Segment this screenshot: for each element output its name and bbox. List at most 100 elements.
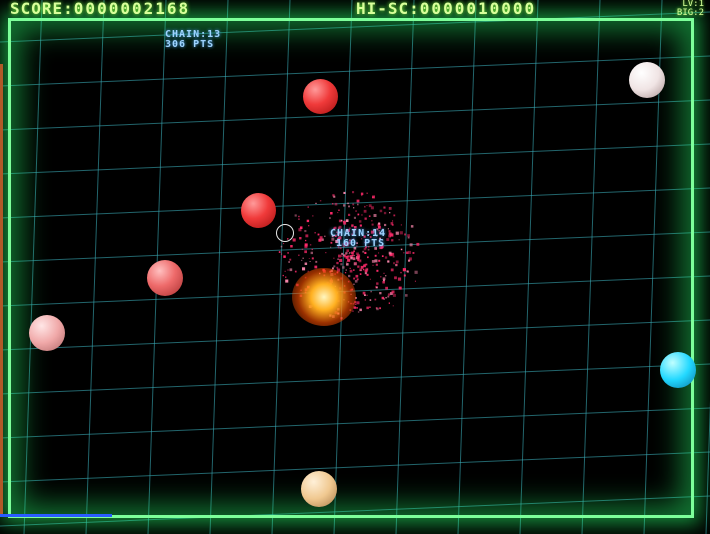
- explosion-particle: [285, 279, 289, 283]
- explosion-particle: [353, 262, 357, 266]
- explosion-particle: [385, 286, 388, 290]
- explosion-particle: [353, 269, 355, 271]
- explosion-particle: [360, 269, 362, 272]
- explosion-particle: [364, 299, 366, 301]
- score-label: SCORE:: [10, 0, 74, 18]
- explosion-particle: [315, 202, 317, 204]
- ball-pink: [29, 315, 65, 351]
- explosion-particle: [325, 252, 327, 254]
- explosion-particle: [298, 215, 300, 218]
- explosion-particle: [369, 306, 371, 308]
- explosion-particle: [371, 220, 373, 222]
- explosion-particle: [344, 220, 346, 223]
- explosion-particle: [414, 280, 416, 282]
- explosion-particle: [373, 214, 377, 217]
- ball-peach: [301, 471, 337, 507]
- explosion-particle: [380, 276, 382, 278]
- explosion-particle: [353, 283, 355, 285]
- explosion-particle: [403, 274, 406, 277]
- explosion-particle: [352, 203, 355, 206]
- explosion-particle: [298, 254, 300, 256]
- explosion-particle: [360, 192, 364, 195]
- explosion-particle: [364, 217, 367, 220]
- explosion-particle: [366, 306, 369, 310]
- explosion-particle: [362, 291, 366, 295]
- explosion-particle: [315, 260, 318, 263]
- explosion-particle: [353, 277, 356, 280]
- explosion-particle: [336, 266, 339, 269]
- explosion-particle: [359, 273, 362, 275]
- explosion-particle: [353, 250, 355, 253]
- explosion-particle: [383, 206, 386, 209]
- explosion-particle: [369, 278, 371, 280]
- explosion-particle: [309, 261, 311, 262]
- explosion-particle: [378, 252, 380, 254]
- explosion-particle: [389, 212, 391, 214]
- game-stage[interactable]: SCORE:0000002168 HI-SC:0000010000 LV:1 B…: [0, 0, 710, 534]
- explosion-particle: [387, 295, 390, 298]
- explosion-particle: [384, 256, 388, 259]
- explosion-particle: [350, 257, 353, 260]
- explosion-particle: [385, 297, 387, 299]
- explosion-particle: [319, 236, 323, 240]
- explosion-particle: [283, 255, 286, 258]
- explosion-particle: [308, 225, 310, 227]
- explosion-particle: [399, 231, 403, 235]
- explosion-particle: [375, 263, 378, 266]
- explosion-particle: [289, 268, 293, 272]
- explosion-particle: [376, 286, 378, 289]
- level-indicator: LV:1 BIG:2: [656, 0, 704, 18]
- explosion-particle: [386, 238, 390, 241]
- explosion-particle: [392, 305, 394, 307]
- explosion-particle: [348, 213, 351, 216]
- explosion-particle: [302, 257, 304, 259]
- explosion-particle: [347, 258, 351, 262]
- explosion-particle: [349, 267, 351, 269]
- explosion-particle: [387, 260, 390, 263]
- ball-red: [241, 193, 276, 228]
- explosion-particle: [324, 235, 326, 237]
- explosion-particle: [349, 269, 353, 273]
- explosion-particle: [362, 250, 365, 253]
- explosion-particle: [357, 311, 360, 313]
- explosion-particle: [400, 224, 402, 226]
- explosion-particle: [356, 301, 360, 305]
- explosion-particle: [384, 223, 387, 227]
- ball-white: [629, 62, 665, 98]
- explosion-particle: [312, 215, 314, 217]
- explosion-particle: [381, 255, 384, 257]
- explosion-particle: [353, 207, 355, 209]
- explosion-particle: [379, 292, 382, 295]
- explosion-particle: [404, 233, 406, 236]
- explosion-particle: [387, 228, 389, 230]
- explosion-particle: [337, 258, 339, 260]
- explosion-particle: [385, 275, 387, 277]
- big-value: BIG:2: [676, 8, 704, 18]
- explosion-particle: [336, 261, 339, 265]
- grid-line: [705, 400, 710, 534]
- aim-reticle-icon[interactable]: [276, 224, 294, 242]
- explosion-particle: [359, 224, 362, 227]
- explosion-particle: [308, 258, 310, 259]
- explosion-particle: [343, 191, 346, 194]
- explosion-particle: [304, 230, 307, 233]
- explosion-particle: [341, 252, 344, 255]
- explosion-particle: [372, 264, 374, 266]
- explosion-particle: [378, 259, 381, 262]
- explosion-particle: [307, 206, 309, 208]
- explosion-particle: [355, 210, 357, 212]
- explosion-particle: [354, 280, 358, 283]
- explosion-particle: [390, 222, 394, 225]
- explosion-particle: [288, 261, 290, 263]
- explosion-particle: [393, 214, 396, 217]
- ball-red: [303, 79, 338, 114]
- explosion-particle: [345, 269, 347, 271]
- explosion-particle: [410, 225, 414, 228]
- explosion-particle: [346, 249, 349, 252]
- explosion-particle: [396, 264, 398, 266]
- explosion-particle: [333, 257, 335, 259]
- explosion-particle: [389, 235, 391, 237]
- explosion-particle: [330, 212, 333, 215]
- explosion-particle: [408, 259, 411, 262]
- explosion-particle: [339, 258, 343, 262]
